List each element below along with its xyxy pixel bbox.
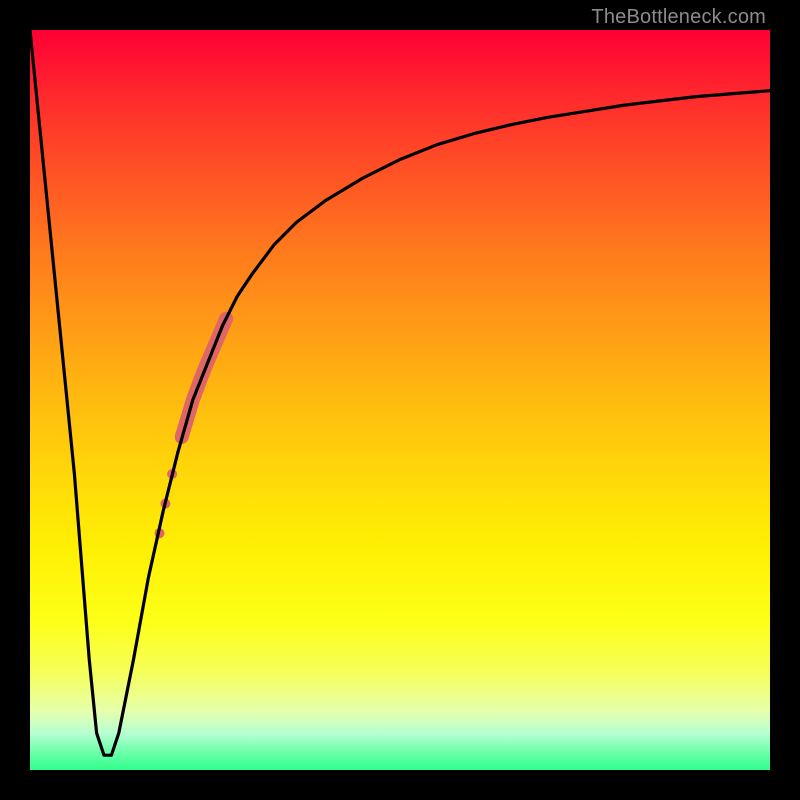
bottleneck-curve [30, 30, 770, 755]
chart-svg [30, 30, 770, 770]
plot-area [30, 30, 770, 770]
chart-container: TheBottleneck.com [0, 0, 800, 800]
watermark-text: TheBottleneck.com [591, 6, 766, 29]
